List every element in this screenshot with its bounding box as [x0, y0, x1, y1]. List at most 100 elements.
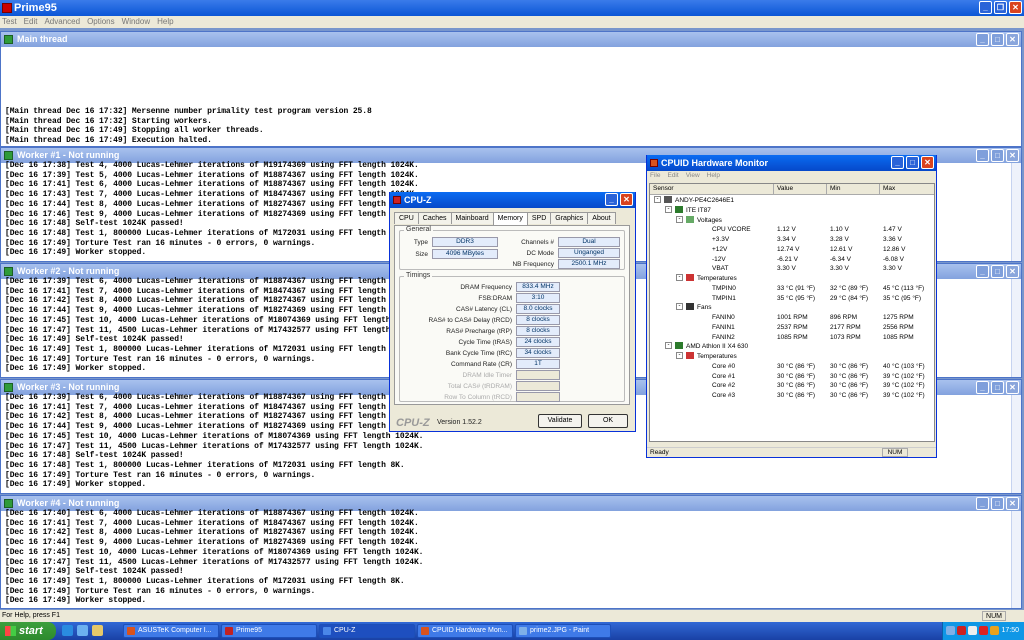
sensor-row[interactable]: Core #0 30 °C (86 °F) 30 °C (86 °F) 40 °C (… [650, 362, 934, 372]
task-paint[interactable]: prime2.JPG - Paint [515, 624, 611, 638]
window-main-thread[interactable]: Main thread _ □ ✕ [Main thread Dec 16 17:3… [0, 31, 1022, 147]
menu-help[interactable]: Help [707, 171, 720, 181]
tab-mainboard[interactable]: Mainboard [450, 212, 494, 224]
menu-advanced[interactable]: Advanced [44, 16, 80, 28]
tree-expander[interactable]: - [654, 196, 661, 203]
tree-expander[interactable]: - [665, 205, 672, 213]
window-worker-4[interactable]: Worker #4 - Not running _ □ ✕ [Dec 16 17:4… [0, 495, 1022, 609]
task-label: CPU-Z [334, 627, 356, 634]
tab-about[interactable]: About [587, 212, 616, 224]
hwmon-window[interactable]: CPUID Hardware Monitor _ □ ✕ File Edit V… [646, 155, 937, 458]
sensor-row[interactable]: FANIN0 1001 RPM 896 RPM 1275 RPM [650, 313, 934, 323]
minimize-button[interactable]: _ [979, 1, 992, 14]
maximize-button[interactable]: □ [991, 33, 1004, 46]
sensor-row[interactable]: - ANDY-PE4C2646E1 [650, 196, 934, 206]
task-hwmon[interactable]: CPUID Hardware Mon... [417, 624, 513, 638]
tree-expander[interactable]: - [676, 303, 683, 311]
sensor-row[interactable]: - Temperatures [650, 274, 934, 284]
minimize-button[interactable]: _ [891, 156, 904, 169]
tab-graphics[interactable]: Graphics [550, 212, 589, 224]
task-cpuz[interactable]: CPU-Z [319, 624, 415, 638]
menu-view[interactable]: View [686, 171, 700, 181]
close-button[interactable]: ✕ [620, 193, 633, 206]
menu-edit[interactable]: Edit [667, 171, 678, 181]
close-button[interactable]: ✕ [1009, 1, 1022, 14]
close-button[interactable]: ✕ [1006, 33, 1019, 46]
app-title-bar[interactable]: Prime95 _ ❐ ✕ [0, 0, 1024, 16]
shield-icon[interactable] [957, 626, 966, 635]
timing-label: RAS# to CAS# Delay (tRCD) [428, 317, 512, 324]
vertical-scrollbar[interactable] [1011, 395, 1021, 493]
tree-expander[interactable]: - [676, 215, 683, 223]
sensor-row[interactable]: Core #2 30 °C (86 °F) 30 °C (86 °F) 39 °C (… [650, 381, 934, 391]
alert-icon[interactable] [979, 626, 988, 635]
sensor-row[interactable]: VBAT 3.30 V 3.30 V 3.30 V [650, 264, 934, 274]
column-sensor[interactable]: Sensor [650, 184, 774, 194]
browser-icon[interactable] [62, 625, 73, 636]
restore-button[interactable]: ❐ [994, 1, 1007, 14]
media-icon[interactable] [77, 625, 88, 636]
menu-window[interactable]: Window [122, 16, 150, 28]
task-icon [519, 627, 527, 635]
volume-icon[interactable] [968, 626, 977, 635]
task-label: Prime95 [236, 627, 263, 634]
tab-spd[interactable]: SPD [526, 212, 552, 224]
sensor-row[interactable]: - Temperatures [650, 352, 934, 362]
hwmon-title-bar[interactable]: CPUID Hardware Monitor _ □ ✕ [647, 155, 936, 171]
cpuz-title-bar[interactable]: CPU-Z _ ✕ [390, 192, 635, 208]
ok-button[interactable]: OK [588, 414, 628, 428]
tab-caches[interactable]: Caches [417, 212, 452, 224]
sensor-tree[interactable]: Sensor Value Min Max - ANDY-PE4C2646E1- IT… [649, 183, 935, 442]
column-value[interactable]: Value [774, 184, 827, 194]
prime95-app-icon [2, 3, 12, 13]
task-prime95[interactable]: Prime95 [221, 624, 317, 638]
column-max[interactable]: Max [880, 184, 934, 194]
sensor-row[interactable]: - Fans [650, 303, 934, 313]
minimize-button[interactable]: _ [976, 33, 989, 46]
sensor-row[interactable]: +3.3V 3.34 V 3.28 V 3.36 V [650, 235, 934, 245]
sensor-value: 3.30 V [777, 265, 796, 273]
start-button[interactable]: start [0, 622, 56, 640]
sensor-row[interactable]: FANIN1 2537 RPM 2177 RPM 2556 RPM [650, 323, 934, 333]
vertical-scrollbar[interactable] [1011, 279, 1021, 377]
column-min[interactable]: Min [827, 184, 880, 194]
sensor-row[interactable]: - AMD Athlon II X4 630 [650, 342, 934, 352]
clock[interactable]: 17:50 [1001, 627, 1019, 634]
sensor-name: Core #3 [712, 392, 736, 399]
close-button[interactable]: ✕ [921, 156, 934, 169]
tab-cpu[interactable]: CPU [394, 212, 419, 224]
network-icon[interactable] [946, 626, 955, 635]
sensor-row[interactable]: - ITE IT87 [650, 205, 934, 216]
menu-file[interactable]: File [650, 171, 660, 181]
menu-help[interactable]: Help [157, 16, 173, 28]
window-title-bar[interactable]: Main thread _ □ ✕ [1, 32, 1021, 47]
thermometer-icon [686, 352, 694, 359]
menu-options[interactable]: Options [87, 16, 115, 28]
sensor-row[interactable]: CPU VCORE 1.12 V 1.10 V 1.47 V [650, 225, 934, 235]
menu-test[interactable]: Test [2, 16, 17, 28]
tree-expander[interactable]: - [676, 274, 683, 281]
sensor-row[interactable]: - Voltages [650, 215, 934, 226]
desktop-icon[interactable] [92, 625, 103, 636]
tree-expander[interactable]: - [665, 342, 672, 350]
validate-button[interactable]: Validate [538, 414, 582, 428]
tab-memory[interactable]: Memory [492, 212, 528, 225]
vertical-scrollbar[interactable] [1011, 163, 1021, 261]
sensor-name: CPU VCORE [712, 226, 751, 234]
sensor-row[interactable]: +12V 12.74 V 12.61 V 12.86 V [650, 245, 934, 255]
task-asus[interactable]: ASUSTeK Computer I... [123, 624, 219, 638]
sensor-row[interactable]: Core #1 30 °C (86 °F) 30 °C (86 °F) 39 °C (… [650, 372, 934, 382]
vertical-scrollbar[interactable] [1011, 511, 1021, 608]
sensor-row[interactable]: FANIN2 1085 RPM 1073 RPM 1085 RPM [650, 333, 934, 343]
tree-expander[interactable]: - [676, 352, 683, 359]
sensor-row[interactable]: Core #3 30 °C (86 °F) 30 °C (86 °F) 39 °C (… [650, 391, 934, 401]
sensor-row[interactable]: TMPIN0 33 °C (91 °F) 32 °C (89 °F) 45 °C (1… [650, 284, 934, 294]
sensor-row[interactable]: TMPIN1 35 °C (95 °F) 29 °C (84 °F) 35 °C (9… [650, 294, 934, 304]
security-icon[interactable] [990, 626, 999, 635]
sensor-row[interactable]: -12V -6.21 V -6.34 V -6.08 V [650, 255, 934, 265]
maximize-button[interactable]: □ [906, 156, 919, 169]
cpuz-window[interactable]: CPU-Z _ ✕ CPU Caches Mainboard Memory SP… [389, 192, 636, 432]
window-title: Worker #1 - Not running [17, 150, 120, 160]
minimize-button[interactable]: _ [605, 193, 618, 206]
menu-edit[interactable]: Edit [24, 16, 38, 28]
